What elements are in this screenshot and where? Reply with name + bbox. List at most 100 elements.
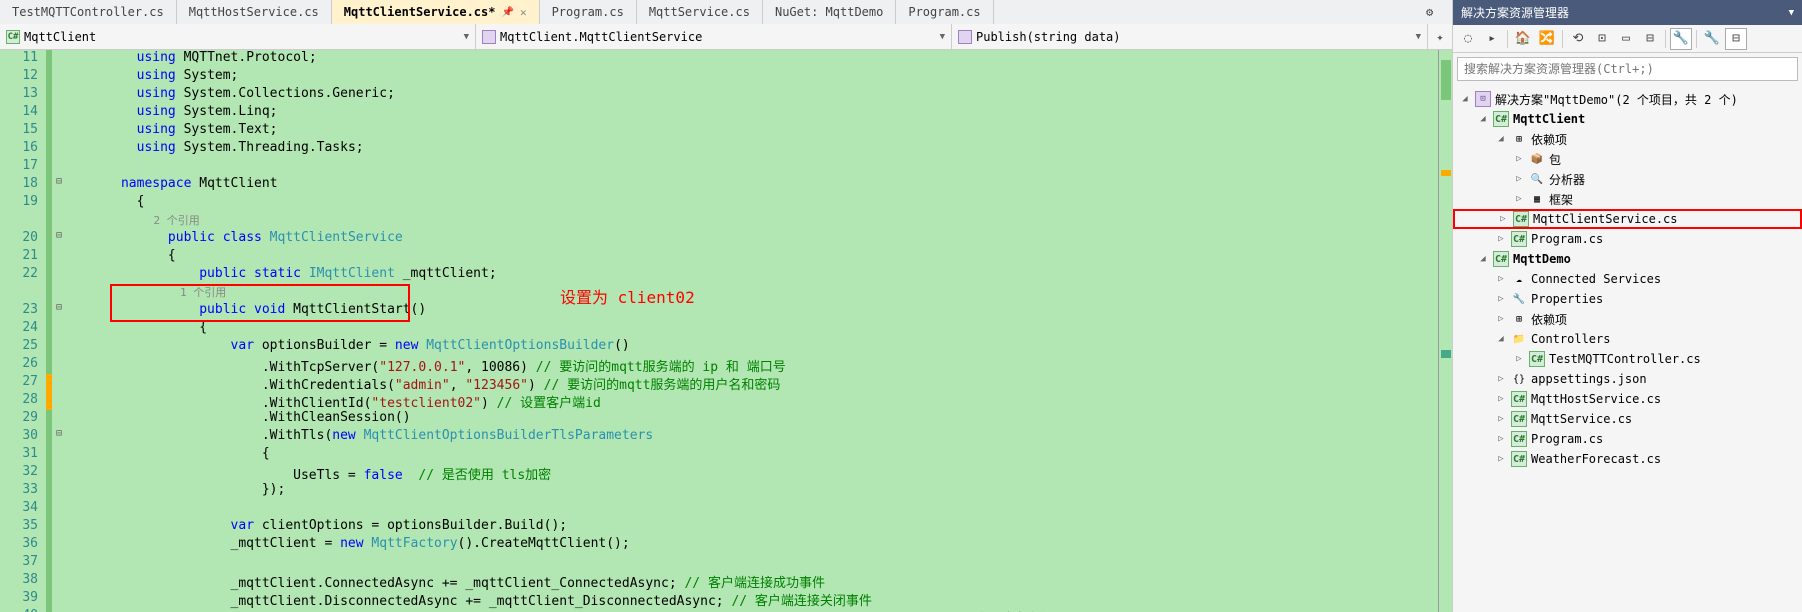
- code-line[interactable]: .WithTls(new MqttClientOptionsBuilderTls…: [70, 428, 1438, 446]
- code-line[interactable]: public class MqttClientService: [70, 230, 1438, 248]
- code-line[interactable]: var optionsBuilder = new MqttClientOptio…: [70, 338, 1438, 356]
- expand-toggle[interactable]: ▷: [1495, 234, 1507, 244]
- file-tab[interactable]: TestMQTTController.cs: [0, 0, 177, 24]
- filter-button[interactable]: ⊟: [1725, 28, 1747, 50]
- tree-node[interactable]: ▷▦框架: [1453, 189, 1802, 209]
- code-line[interactable]: 1 个引用: [70, 284, 1438, 302]
- tree-node[interactable]: ▷📦包: [1453, 149, 1802, 169]
- file-tab[interactable]: MqttService.cs: [637, 0, 763, 24]
- tree-node[interactable]: ◢⊞依赖项: [1453, 129, 1802, 149]
- code-line[interactable]: using System.Threading.Tasks;: [70, 140, 1438, 158]
- tree-node[interactable]: ▷C#Program.cs: [1453, 429, 1802, 449]
- home-button[interactable]: 🏠: [1512, 28, 1534, 50]
- code-line[interactable]: {: [70, 248, 1438, 266]
- code-line[interactable]: public static IMqttClient _mqttClient;: [70, 266, 1438, 284]
- fold-toggle[interactable]: ⊟: [52, 230, 66, 248]
- preview-button[interactable]: 🔧: [1701, 28, 1723, 50]
- code-line[interactable]: {: [70, 320, 1438, 338]
- fold-toggle[interactable]: ⊟: [52, 176, 66, 194]
- expand-toggle[interactable]: ◢: [1495, 334, 1507, 344]
- collapse-button[interactable]: ⊟: [1639, 28, 1661, 50]
- tab-options-button[interactable]: ⚙: [1414, 0, 1452, 24]
- tree-node[interactable]: ◢📁Controllers: [1453, 329, 1802, 349]
- code-line[interactable]: .WithCredentials("admin", "123456") // 要…: [70, 374, 1438, 392]
- expand-toggle[interactable]: ▷: [1513, 154, 1525, 164]
- expand-toggle[interactable]: ▷: [1497, 214, 1509, 224]
- tree-node[interactable]: ▷C#Program.cs: [1453, 229, 1802, 249]
- expand-toggle[interactable]: ▷: [1495, 314, 1507, 324]
- back-button[interactable]: ◌: [1457, 28, 1479, 50]
- code-editor[interactable]: 1112131415161718⊟1920⊟212223⊟24252627282…: [0, 50, 1452, 612]
- code-line[interactable]: _mqttClient.DisconnectedAsync += _mqttCl…: [70, 590, 1438, 608]
- code-line[interactable]: .WithClientId("testclient02") // 设置客户端id: [70, 392, 1438, 410]
- fold-toggle[interactable]: ⊟: [52, 428, 66, 446]
- overview-ruler[interactable]: [1438, 50, 1452, 612]
- forward-button[interactable]: ▸: [1481, 28, 1503, 50]
- tree-node[interactable]: ▷🔍分析器: [1453, 169, 1802, 189]
- scope-dropdown-project[interactable]: C# MqttClient ▼: [0, 24, 476, 49]
- pin-icon[interactable]: 📌: [501, 7, 513, 18]
- expand-toggle[interactable]: ▷: [1495, 274, 1507, 284]
- code-area[interactable]: 设置为 client02 using MQTTnet.Protocol; usi…: [70, 50, 1438, 612]
- code-line[interactable]: 2 个引用: [70, 212, 1438, 230]
- expand-toggle[interactable]: ▷: [1495, 414, 1507, 424]
- file-tab[interactable]: MqttClientService.cs*📌✕: [332, 0, 540, 24]
- code-line[interactable]: });: [70, 482, 1438, 500]
- tree-node[interactable]: ▷C#WeatherForecast.cs: [1453, 449, 1802, 469]
- code-line[interactable]: _mqttClient = new MqttFactory().CreateMq…: [70, 536, 1438, 554]
- expand-toggle[interactable]: ◢: [1459, 94, 1471, 104]
- code-line[interactable]: UseTls = false // 是否使用 tls加密: [70, 464, 1438, 482]
- expand-toggle[interactable]: ▷: [1495, 294, 1507, 304]
- codelens-references[interactable]: 2 个引用: [74, 214, 200, 227]
- scope-dropdown-method[interactable]: Publish(string data) ▼: [952, 24, 1428, 49]
- expand-toggle[interactable]: ▷: [1495, 374, 1507, 384]
- tree-node[interactable]: ◢C#MqttClient: [1453, 109, 1802, 129]
- pending-changes-button[interactable]: ⟲: [1567, 28, 1589, 50]
- file-tab[interactable]: Program.cs: [896, 0, 993, 24]
- code-line[interactable]: using System.Collections.Generic;: [70, 86, 1438, 104]
- code-line[interactable]: namespace MqttClient: [70, 176, 1438, 194]
- show-all-button[interactable]: ▭: [1615, 28, 1637, 50]
- code-line[interactable]: [70, 158, 1438, 176]
- expand-toggle[interactable]: ▷: [1513, 174, 1525, 184]
- expand-toggle[interactable]: ▷: [1513, 194, 1525, 204]
- solution-search[interactable]: [1457, 57, 1798, 81]
- fold-toggle[interactable]: ⊟: [52, 302, 66, 320]
- code-line[interactable]: _mqttClient.ApplicationMessageReceivedAs…: [70, 608, 1438, 612]
- tree-node[interactable]: ▷🔧Properties: [1453, 289, 1802, 309]
- file-tab[interactable]: Program.cs: [540, 0, 637, 24]
- code-line[interactable]: .WithTcpServer("127.0.0.1", 10086) // 要访…: [70, 356, 1438, 374]
- expand-toggle[interactable]: ▷: [1495, 454, 1507, 464]
- code-line[interactable]: [70, 500, 1438, 518]
- tree-node[interactable]: ▷C#TestMQTTController.cs: [1453, 349, 1802, 369]
- scope-dropdown-class[interactable]: MqttClient.MqttClientService ▼: [476, 24, 952, 49]
- code-line[interactable]: public void MqttClientStart(): [70, 302, 1438, 320]
- close-icon[interactable]: ✕: [520, 6, 527, 19]
- tree-node[interactable]: ▷C#MqttService.cs: [1453, 409, 1802, 429]
- expand-toggle[interactable]: ◢: [1495, 134, 1507, 144]
- expand-toggle[interactable]: ◢: [1477, 254, 1489, 264]
- file-tab[interactable]: MqttHostService.cs: [177, 0, 332, 24]
- tree-node[interactable]: ▷C#MqttHostService.cs: [1453, 389, 1802, 409]
- solution-tree[interactable]: ◢⊡解决方案"MqttDemo"(2 个项目，共 2 个)◢C#MqttClie…: [1453, 85, 1802, 612]
- expand-toggle[interactable]: ▷: [1495, 394, 1507, 404]
- tree-node[interactable]: ◢⊡解决方案"MqttDemo"(2 个项目，共 2 个): [1453, 89, 1802, 109]
- switch-views-button[interactable]: 🔀: [1536, 28, 1558, 50]
- properties-button[interactable]: 🔧: [1670, 28, 1692, 50]
- split-editor-button[interactable]: ✦: [1428, 24, 1452, 49]
- code-line[interactable]: var clientOptions = optionsBuilder.Build…: [70, 518, 1438, 536]
- solution-search-input[interactable]: [1458, 58, 1797, 80]
- tree-node[interactable]: ▷⊞依赖项: [1453, 309, 1802, 329]
- code-line[interactable]: using System;: [70, 68, 1438, 86]
- code-line[interactable]: {: [70, 194, 1438, 212]
- code-line[interactable]: _mqttClient.ConnectedAsync += _mqttClien…: [70, 572, 1438, 590]
- tree-node[interactable]: ▷☁Connected Services: [1453, 269, 1802, 289]
- codelens-references[interactable]: 1 个引用: [74, 286, 226, 299]
- expand-toggle[interactable]: ◢: [1477, 114, 1489, 124]
- file-tab[interactable]: NuGet: MqttDemo: [763, 0, 896, 24]
- code-line[interactable]: using System.Linq;: [70, 104, 1438, 122]
- tree-node[interactable]: ▷{}appsettings.json: [1453, 369, 1802, 389]
- code-line[interactable]: using MQTTnet.Protocol;: [70, 50, 1438, 68]
- solution-explorer-title-bar[interactable]: 解决方案资源管理器 ▼: [1453, 0, 1802, 25]
- code-line[interactable]: [70, 554, 1438, 572]
